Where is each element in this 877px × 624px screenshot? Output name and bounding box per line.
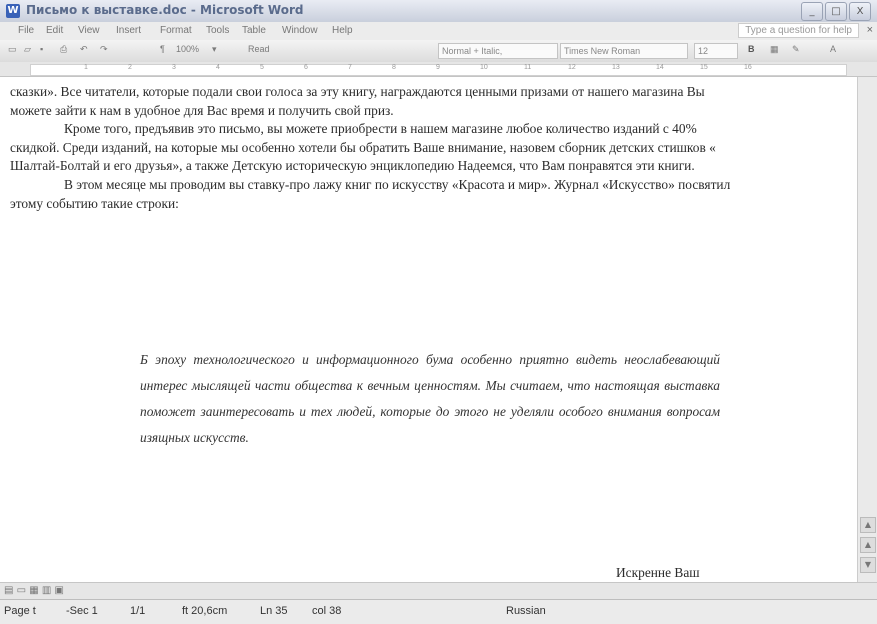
status-page: Page t xyxy=(4,605,36,617)
save-icon[interactable]: ▪ xyxy=(40,44,43,54)
horizontal-scrollbar[interactable]: ▤ ▭ ▦ ▥ ▣ xyxy=(0,582,877,600)
ruler-number: 6 xyxy=(304,64,308,71)
ruler-number: 5 xyxy=(260,64,264,71)
vertical-scrollbar[interactable]: ▲ ▲ ▼ xyxy=(857,77,877,582)
menu-window[interactable]: Window xyxy=(282,25,318,36)
border-icon[interactable]: ▦ xyxy=(770,44,779,55)
ruler-number: 3 xyxy=(172,64,176,71)
formatting-toolbar: ▭ ▱ ▪ ⎙ ↶ ↷ ¶ 100% ▾ Read Normal + Itali… xyxy=(0,40,877,63)
paragraph-1[interactable]: сказки». Все читатели, которые подали св… xyxy=(10,83,740,120)
font-size-select[interactable]: 12 xyxy=(694,43,738,59)
chevron-down-icon[interactable]: ▾ xyxy=(212,44,217,55)
ruler-number: 2 xyxy=(128,64,132,71)
menu-format[interactable]: Format xyxy=(160,25,192,36)
menu-view[interactable]: View xyxy=(78,25,100,36)
ruler-number: 11 xyxy=(524,64,532,71)
ruler-number: 13 xyxy=(612,64,620,71)
ruler-number: 14 xyxy=(656,64,664,71)
document-body[interactable]: сказки». Все читатели, которые подали св… xyxy=(10,83,740,213)
menu-insert[interactable]: Insert xyxy=(116,25,141,36)
paragraph-2[interactable]: Кроме того, предъявив это письмо, вы мож… xyxy=(10,120,740,176)
prev-page-icon[interactable]: ▲ xyxy=(860,537,876,553)
new-document-icon[interactable]: ▭ xyxy=(8,44,17,55)
ruler-number: 4 xyxy=(216,64,220,71)
print-icon[interactable]: ⎙ xyxy=(60,44,67,55)
ruler-number: 15 xyxy=(700,64,708,71)
pilcrow-icon[interactable]: ¶ xyxy=(160,44,165,54)
status-bar: Page t -Sec 1 1/1 ft 20,6cm Ln 35 col 38… xyxy=(0,599,877,624)
window-controls: _ □ X xyxy=(801,2,871,21)
menu-tools[interactable]: Tools xyxy=(206,25,229,36)
status-language: Russian xyxy=(506,605,546,617)
status-at: ft 20,6cm xyxy=(182,605,228,617)
ruler-number: 8 xyxy=(392,64,396,71)
zoom-select[interactable]: 100% xyxy=(176,44,199,54)
help-search-input[interactable]: Type a question for help xyxy=(738,23,859,38)
minimize-button[interactable]: _ xyxy=(801,2,823,21)
maximize-button[interactable]: □ xyxy=(825,2,847,21)
ruler-number: 16 xyxy=(744,64,752,71)
redo-icon[interactable]: ↷ xyxy=(100,44,108,55)
undo-icon[interactable]: ↶ xyxy=(80,44,88,55)
next-page-icon[interactable]: ▼ xyxy=(860,557,876,573)
horizontal-ruler[interactable]: 1 2 3 4 5 6 7 8 9 10 11 12 13 14 15 16 xyxy=(0,62,877,77)
window-title: Письмо к выставке.doc - Microsoft Word xyxy=(26,3,304,17)
close-document-icon[interactable]: × xyxy=(867,24,873,36)
word-icon: W xyxy=(6,4,20,18)
ruler-number: 1 xyxy=(84,64,88,71)
close-button[interactable]: X xyxy=(849,2,871,21)
scroll-up-icon[interactable]: ▲ xyxy=(860,517,876,533)
status-line: Ln 35 xyxy=(260,605,288,617)
open-icon[interactable]: ▱ xyxy=(24,44,31,55)
ruler-number: 12 xyxy=(568,64,576,71)
menu-edit[interactable]: Edit xyxy=(46,25,63,36)
ruler-number: 9 xyxy=(436,64,440,71)
menu-file[interactable]: File xyxy=(18,25,34,36)
quote-block[interactable]: Б эпоху технологического и информационно… xyxy=(140,347,720,451)
menu-bar: File Edit View Insert Format Tools Table… xyxy=(0,22,877,41)
style-select[interactable]: Normal + Italic, xyxy=(438,43,558,59)
status-section: -Sec 1 xyxy=(66,605,98,617)
bold-button[interactable]: B xyxy=(748,44,755,54)
menu-help[interactable]: Help xyxy=(332,25,353,36)
ruler-number: 7 xyxy=(348,64,352,71)
signature[interactable]: Искренне Ваш xyxy=(616,565,700,581)
view-buttons-icon[interactable]: ▤ ▭ ▦ ▥ ▣ xyxy=(4,585,64,596)
read-button[interactable]: Read xyxy=(248,44,270,54)
font-color-icon[interactable]: A xyxy=(830,44,836,54)
paragraph-3[interactable]: В этом месяце мы проводим вы ставку-про … xyxy=(10,176,740,213)
status-pages: 1/1 xyxy=(130,605,146,617)
font-select[interactable]: Times New Roman xyxy=(560,43,688,59)
title-bar: W Письмо к выставке.doc - Microsoft Word… xyxy=(0,0,877,23)
ruler-number: 10 xyxy=(480,64,488,71)
menu-table[interactable]: Table xyxy=(242,25,266,36)
highlight-icon[interactable]: ✎ xyxy=(792,44,800,55)
document-page[interactable]: сказки». Все читатели, которые подали св… xyxy=(0,77,858,582)
status-column: col 38 xyxy=(312,605,342,617)
